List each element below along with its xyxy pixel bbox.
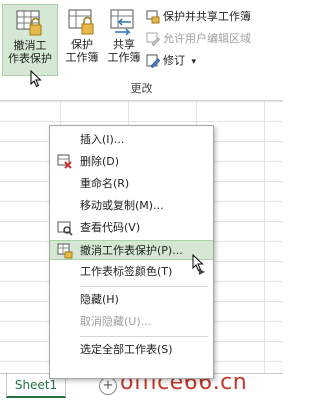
menu-item-label: 移动或复制(M)... (80, 199, 164, 212)
unprotect-sheet-button[interactable]: 撤消工 作表保护 (2, 4, 58, 76)
share-workbook-button[interactable]: 共享 工作簿 (104, 4, 144, 76)
share-workbook-label-2: 工作簿 (107, 51, 141, 64)
menu-separator (80, 336, 208, 337)
menu-item-select-all-sheets[interactable]: 选定全部工作表(S) (50, 340, 213, 360)
menu-item-tab-color[interactable]: 工作表标签颜色(T) ▶ (50, 262, 213, 282)
menu-item-unhide[interactable]: 取消隐藏(U)... (50, 312, 213, 332)
menu-item-label: 删除(D) (80, 155, 120, 168)
protect-share-label: 保护并共享工作簿 (163, 10, 251, 23)
grid-column-line (264, 101, 265, 373)
menu-item-label: 工作表标签颜色(T) (80, 265, 173, 278)
track-changes-icon (146, 54, 160, 68)
share-workbook-icon (110, 9, 134, 36)
menu-item-label: 插入(I)... (80, 133, 125, 146)
menu-item-label: 隐藏(H) (80, 293, 119, 306)
menu-item-delete[interactable]: 删除(D) (50, 152, 213, 172)
protect-workbook-label-2: 工作簿 (65, 51, 99, 64)
edit-ranges-icon (146, 32, 160, 46)
protect-share-icon (146, 10, 160, 24)
track-changes-label: 修订 (163, 54, 185, 67)
menu-item-label: 取消隐藏(U)... (80, 315, 152, 328)
allow-edit-ranges-button[interactable]: 允许用户编辑区域 (146, 30, 251, 48)
sheet-lock-icon (57, 243, 73, 259)
menu-item-label: 重命名(R) (80, 177, 130, 190)
chevron-down-icon: ▾ (191, 57, 197, 67)
track-changes-button[interactable]: 修订 ▾ (146, 52, 196, 70)
menu-item-hide[interactable]: 隐藏(H) (50, 290, 213, 310)
delete-sheet-icon (57, 154, 72, 169)
protect-workbook-label-1: 保护 (71, 38, 93, 51)
menu-item-unprotect-sheet[interactable]: 撤消工作表保护(P)... (50, 240, 213, 260)
unprotect-sheet-label-1: 撤消工 (13, 39, 47, 52)
menu-item-rename[interactable]: 重命名(R) (50, 174, 213, 194)
workbook-lock-icon (68, 9, 94, 35)
menu-item-move-copy[interactable]: 移动或复制(M)... (50, 196, 213, 216)
menu-item-label: 撤消工作表保护(P)... (80, 244, 183, 257)
menu-item-insert[interactable]: 插入(I)... (50, 130, 213, 150)
view-code-icon (57, 221, 73, 236)
menu-item-view-code[interactable]: 查看代码(V) (50, 218, 213, 238)
menu-separator (80, 286, 208, 287)
menu-item-label: 查看代码(V) (80, 221, 141, 234)
protect-workbook-button[interactable]: 保护 工作簿 (61, 4, 103, 76)
sheet-tab-context-menu: 插入(I)... 删除(D) 重命名(R) 移动或复制(M)... 查看代码(V… (49, 125, 214, 379)
allow-edit-ranges-label: 允许用户编辑区域 (163, 32, 251, 45)
menu-item-label: 选定全部工作表(S) (80, 343, 173, 356)
submenu-arrow-icon: ▶ (198, 267, 205, 276)
sheet-lock-icon (16, 10, 42, 36)
add-sheet-icon[interactable]: + (99, 377, 117, 395)
changes-group-label: 更改 (130, 82, 153, 95)
protect-share-workbook-button[interactable]: 保护并共享工作簿 (146, 8, 251, 26)
share-workbook-label-1: 共享 (113, 38, 135, 51)
review-ribbon: 撤消工 作表保护 保护 工作簿 共享 工作簿 保护并共享工作簿 允许用户编辑区域… (0, 0, 283, 101)
unprotect-sheet-label-2: 作表保护 (8, 52, 52, 65)
